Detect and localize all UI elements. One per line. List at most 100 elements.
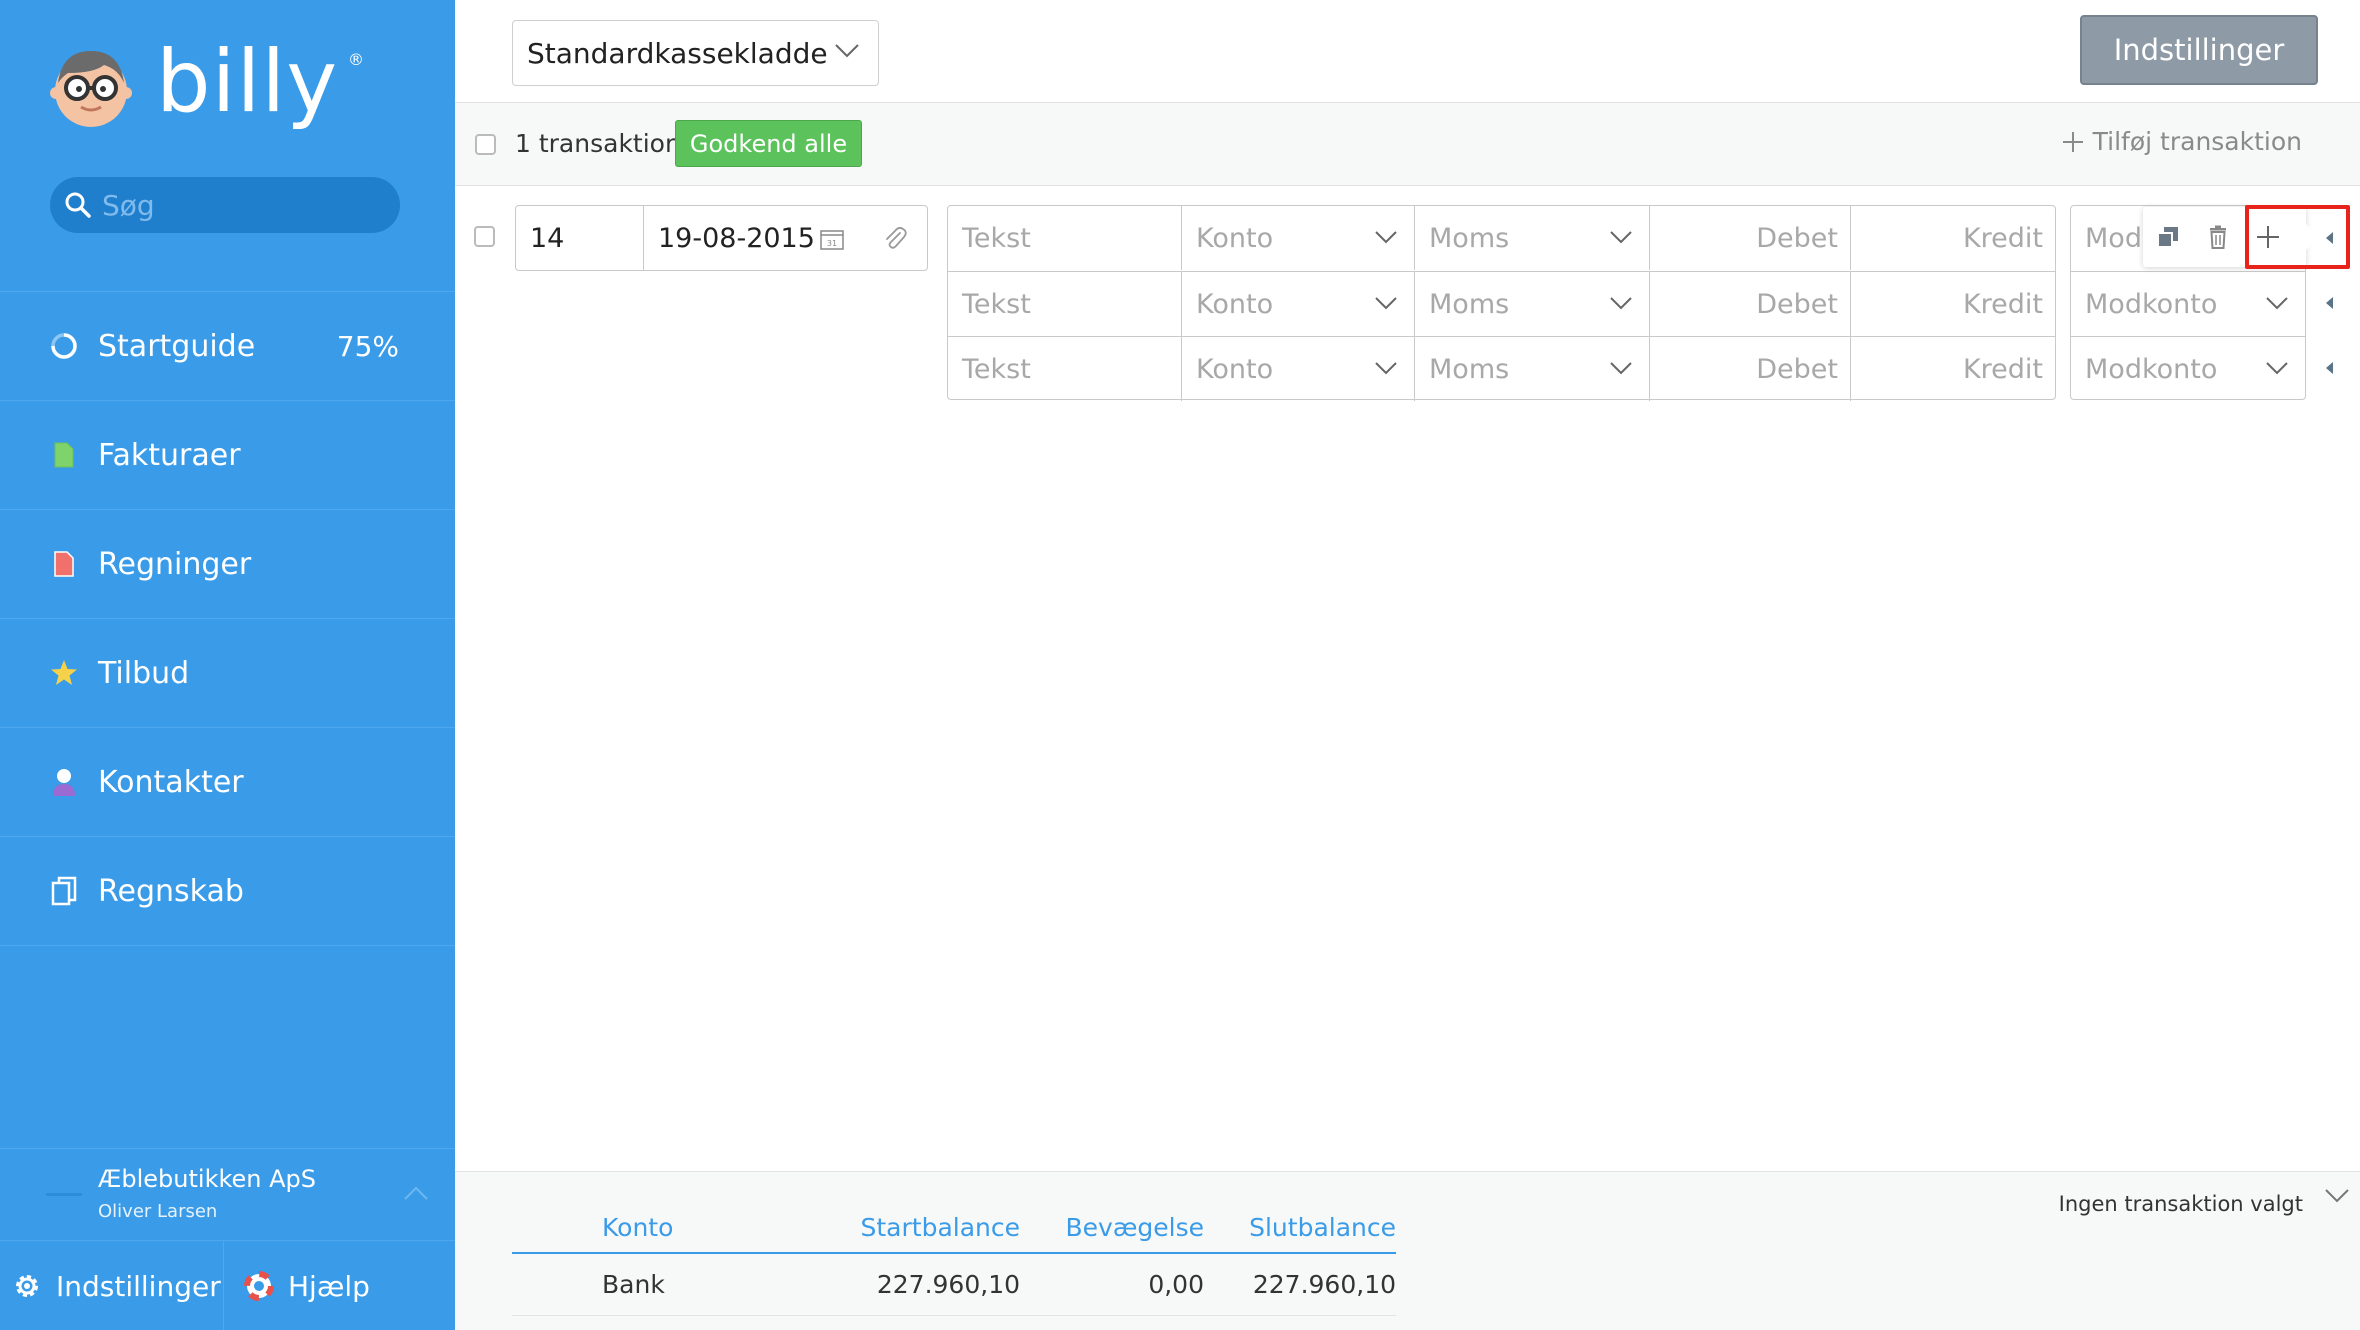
chevron-up-icon [404, 1186, 428, 1200]
balance-table-header: Konto Startbalance Bevægelse Slutbalance [512, 1202, 1396, 1254]
billy-logo[interactable]: billy ® [48, 32, 364, 136]
nav-item-regninger[interactable]: Regninger [0, 510, 455, 619]
chevron-down-icon [1375, 231, 1397, 244]
nav-item-label: Startguide [98, 328, 256, 364]
top-bar: Standardkassekladde Indstillinger [455, 0, 2360, 103]
nav-item-label: Regnskab [98, 873, 244, 909]
settings-link[interactable]: Indstillinger [0, 1241, 224, 1330]
billy-mascot-icon [48, 43, 134, 129]
expand-row-icon[interactable] [2326, 362, 2333, 374]
balance-start: 227.960,10 [876, 1270, 1020, 1299]
add-transaction-label: Tilføj transaktion [2092, 127, 2302, 156]
column-header-end: Slutbalance [1249, 1212, 1396, 1242]
credit-field[interactable]: Kredit [1850, 272, 2055, 336]
contra-account-select[interactable]: Modkonto [2071, 271, 2305, 336]
credit-field[interactable]: Kredit [1850, 206, 2055, 270]
logo-text: billy [156, 32, 339, 132]
balance-panel: Ingen transaktion valgt Konto Startbalan… [455, 1171, 2360, 1330]
contra-account-value: Modkonto [2085, 353, 2218, 385]
chevron-down-icon [1375, 362, 1397, 375]
search-box[interactable] [50, 177, 400, 233]
text-field[interactable]: Tekst [948, 337, 1181, 401]
settings-link-label: Indstillinger [56, 1269, 221, 1303]
plus-icon [2062, 131, 2083, 152]
help-link[interactable]: Hjælp [224, 1241, 370, 1330]
main-nav: Startguide 75% Fakturaer Regninger Tilbu… [0, 291, 455, 946]
account-select[interactable]: Konto [1181, 272, 1414, 336]
account-select[interactable]: Konto [1181, 337, 1414, 401]
calendar-icon[interactable]: 31 [820, 228, 844, 250]
nav-item-tilbud[interactable]: Tilbud [0, 619, 455, 728]
balance-table: Konto Startbalance Bevægelse Slutbalance… [512, 1202, 1396, 1316]
transaction-lines: Tekst Konto Moms Debet Kredit Tekst Kont… [947, 205, 2056, 401]
add-transaction-link[interactable]: Tilføj transaktion [2061, 127, 2302, 156]
help-link-label: Hjælp [288, 1269, 370, 1303]
contra-account-select[interactable]: Modkonto [2071, 336, 2305, 401]
duplicate-line-button[interactable] [2143, 207, 2193, 267]
journal-settings-button[interactable]: Indstillinger [2080, 15, 2318, 85]
nav-item-fakturaer[interactable]: Fakturaer [0, 401, 455, 510]
search-input[interactable] [102, 188, 372, 222]
search-icon [65, 192, 91, 218]
duplicate-icon [2157, 227, 2178, 248]
transaction-line: Tekst Konto Moms Debet Kredit [948, 206, 2055, 271]
expand-row-icon[interactable] [2326, 232, 2333, 244]
nav-item-label: Tilbud [98, 655, 190, 691]
journal-select[interactable]: Standardkassekladde [512, 20, 879, 86]
highlight-box [2245, 205, 2350, 269]
account-select[interactable]: Konto [1181, 206, 1414, 270]
chevron-down-icon [1375, 297, 1397, 310]
lifebuoy-icon [244, 1271, 274, 1301]
account-select-value: Konto [1196, 222, 1274, 254]
vat-select[interactable]: Moms [1414, 272, 1649, 336]
nav-item-startguide[interactable]: Startguide 75% [0, 292, 455, 401]
transaction-checkbox[interactable] [474, 226, 495, 247]
company-switcher[interactable]: Æblebutikken ApS Oliver Larsen [0, 1148, 455, 1240]
vat-select[interactable]: Moms [1414, 337, 1649, 401]
table-row: Bank 227.960,10 0,00 227.960,10 [512, 1254, 1396, 1316]
text-field[interactable]: Tekst [948, 206, 1181, 270]
nav-item-regnskab[interactable]: Regnskab [0, 837, 455, 946]
star-icon [48, 656, 80, 690]
chevron-down-icon [1610, 362, 1632, 375]
chevron-down-icon [1610, 297, 1632, 310]
select-all-checkbox[interactable] [475, 134, 496, 155]
company-name: Æblebutikken ApS [98, 1165, 317, 1193]
vat-select-value: Moms [1429, 222, 1510, 254]
chevron-down-icon [1610, 231, 1632, 244]
debit-field[interactable]: Debet [1649, 337, 1850, 401]
svg-text:31: 31 [827, 239, 837, 248]
delete-line-button[interactable] [2193, 207, 2243, 267]
person-icon [48, 765, 80, 799]
balance-movement: 0,00 [1148, 1270, 1204, 1299]
vat-select-value: Moms [1429, 288, 1510, 320]
expand-row-icon[interactable] [2326, 297, 2333, 309]
credit-field[interactable]: Kredit [1850, 337, 2055, 401]
debit-field[interactable]: Debet [1649, 272, 1850, 336]
column-header-start: Startbalance [860, 1212, 1021, 1242]
debit-field[interactable]: Debet [1649, 206, 1850, 270]
attachment-button[interactable] [862, 205, 928, 271]
balance-end: 227.960,10 [1252, 1270, 1396, 1299]
voucher-number-field[interactable]: 14 [515, 205, 644, 271]
chevron-down-icon[interactable] [2324, 1188, 2350, 1204]
text-field[interactable]: Tekst [948, 272, 1181, 336]
chevron-down-icon [2266, 297, 2288, 310]
transaction-line: Tekst Konto Moms Debet Kredit [948, 336, 2055, 401]
approve-all-button[interactable]: Godkend alle [675, 120, 862, 167]
nav-item-label: Fakturaer [98, 437, 241, 473]
selection-status: Ingen transaktion valgt [2058, 1192, 2303, 1216]
nav-item-label: Kontakter [98, 764, 244, 800]
date-field[interactable]: 19-08-2015 31 [643, 205, 863, 271]
paperclip-icon [885, 226, 907, 249]
vat-select-value: Moms [1429, 353, 1510, 385]
action-bar: 1 transaktion Godkend alle Tilføj transa… [455, 103, 2360, 186]
column-header-movement: Bevægelse [1065, 1212, 1204, 1242]
logo-registered-mark: ® [348, 50, 364, 69]
nav-item-kontakter[interactable]: Kontakter [0, 728, 455, 837]
progress-percent: 75% [336, 329, 399, 363]
column-header-account: Konto [602, 1212, 674, 1242]
vat-select[interactable]: Moms [1414, 206, 1649, 270]
voucher-number-value: 14 [530, 222, 565, 254]
account-select-value: Konto [1196, 288, 1274, 320]
